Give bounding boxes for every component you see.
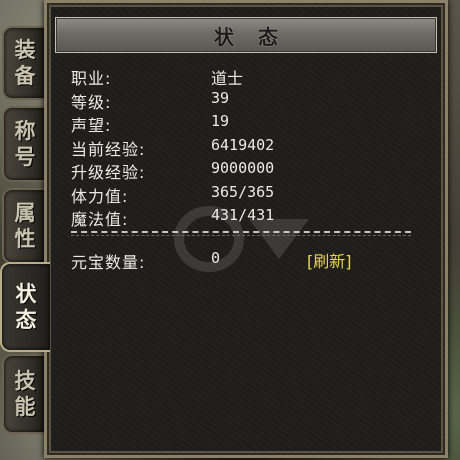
- tab-skills-char-2: 能: [14, 394, 36, 419]
- stat-value: 6419402: [211, 135, 275, 154]
- window-title-bar[interactable]: 状态: [55, 17, 437, 53]
- stat-row-level: 等级: 39: [71, 89, 411, 113]
- tab-attributes-char-2: 性: [14, 226, 36, 251]
- tab-equipment[interactable]: 装 备: [2, 26, 46, 100]
- status-window: 状态 职业: 道士 等级: 39 声望: 19 当前经验: 6419402 升级…: [44, 0, 448, 458]
- refresh-button[interactable]: [刷新]: [307, 248, 352, 272]
- stat-value: 道士: [211, 69, 244, 88]
- tab-status-char-1: 状: [15, 281, 37, 306]
- dashed-divider: [71, 231, 411, 236]
- tab-equipment-char-1: 装: [14, 37, 36, 62]
- stat-label: 升级经验:: [71, 163, 146, 182]
- window-title: 状态: [214, 24, 302, 49]
- stat-row-reputation: 声望: 19: [71, 112, 411, 136]
- stat-label: 等级:: [71, 92, 112, 112]
- stat-row-hp: 体力值: 365/365: [71, 183, 411, 207]
- stat-value: 19: [211, 112, 230, 130]
- tab-title-char-2: 号: [14, 144, 36, 169]
- stat-row-class: 职业: 道士: [71, 65, 411, 89]
- stat-row-mp: 魔法值: 431/431: [71, 206, 411, 230]
- ingot-row: 元宝数量: 0 [刷新]: [71, 249, 411, 273]
- stat-value: 39: [211, 88, 230, 107]
- character-tab-rail: 装 备 称 号 属 性 状 态 技 能: [0, 18, 50, 454]
- tab-skills[interactable]: 技 能: [2, 354, 46, 434]
- tab-attributes[interactable]: 属 性: [2, 188, 46, 264]
- tab-title[interactable]: 称 号: [2, 106, 46, 182]
- stats-list: 职业: 道士 等级: 39 声望: 19 当前经验: 6419402 升级经验:…: [71, 65, 411, 230]
- stat-label: 当前经验:: [71, 139, 146, 159]
- ingot-value: 0: [211, 249, 221, 267]
- stat-value: 365/365: [211, 182, 275, 201]
- tab-skills-char-1: 技: [14, 368, 36, 393]
- tab-status[interactable]: 状 态: [0, 262, 50, 352]
- tab-equipment-char-2: 备: [14, 63, 36, 88]
- stat-row-levelup-exp: 升级经验: 9000000: [71, 159, 411, 183]
- stat-label: 声望:: [71, 116, 112, 135]
- stat-row-current-exp: 当前经验: 6419402: [71, 136, 411, 160]
- ingot-label: 元宝数量:: [71, 253, 146, 272]
- tab-attributes-char-1: 属: [14, 200, 36, 225]
- tab-title-char-1: 称: [14, 118, 36, 143]
- stat-label: 魔法值:: [71, 210, 129, 229]
- stat-value: 9000000: [211, 159, 275, 177]
- stat-label: 职业:: [71, 69, 112, 88]
- stat-label: 体力值:: [71, 186, 129, 206]
- tab-status-char-2: 态: [15, 307, 37, 332]
- stat-value: 431/431: [211, 206, 275, 224]
